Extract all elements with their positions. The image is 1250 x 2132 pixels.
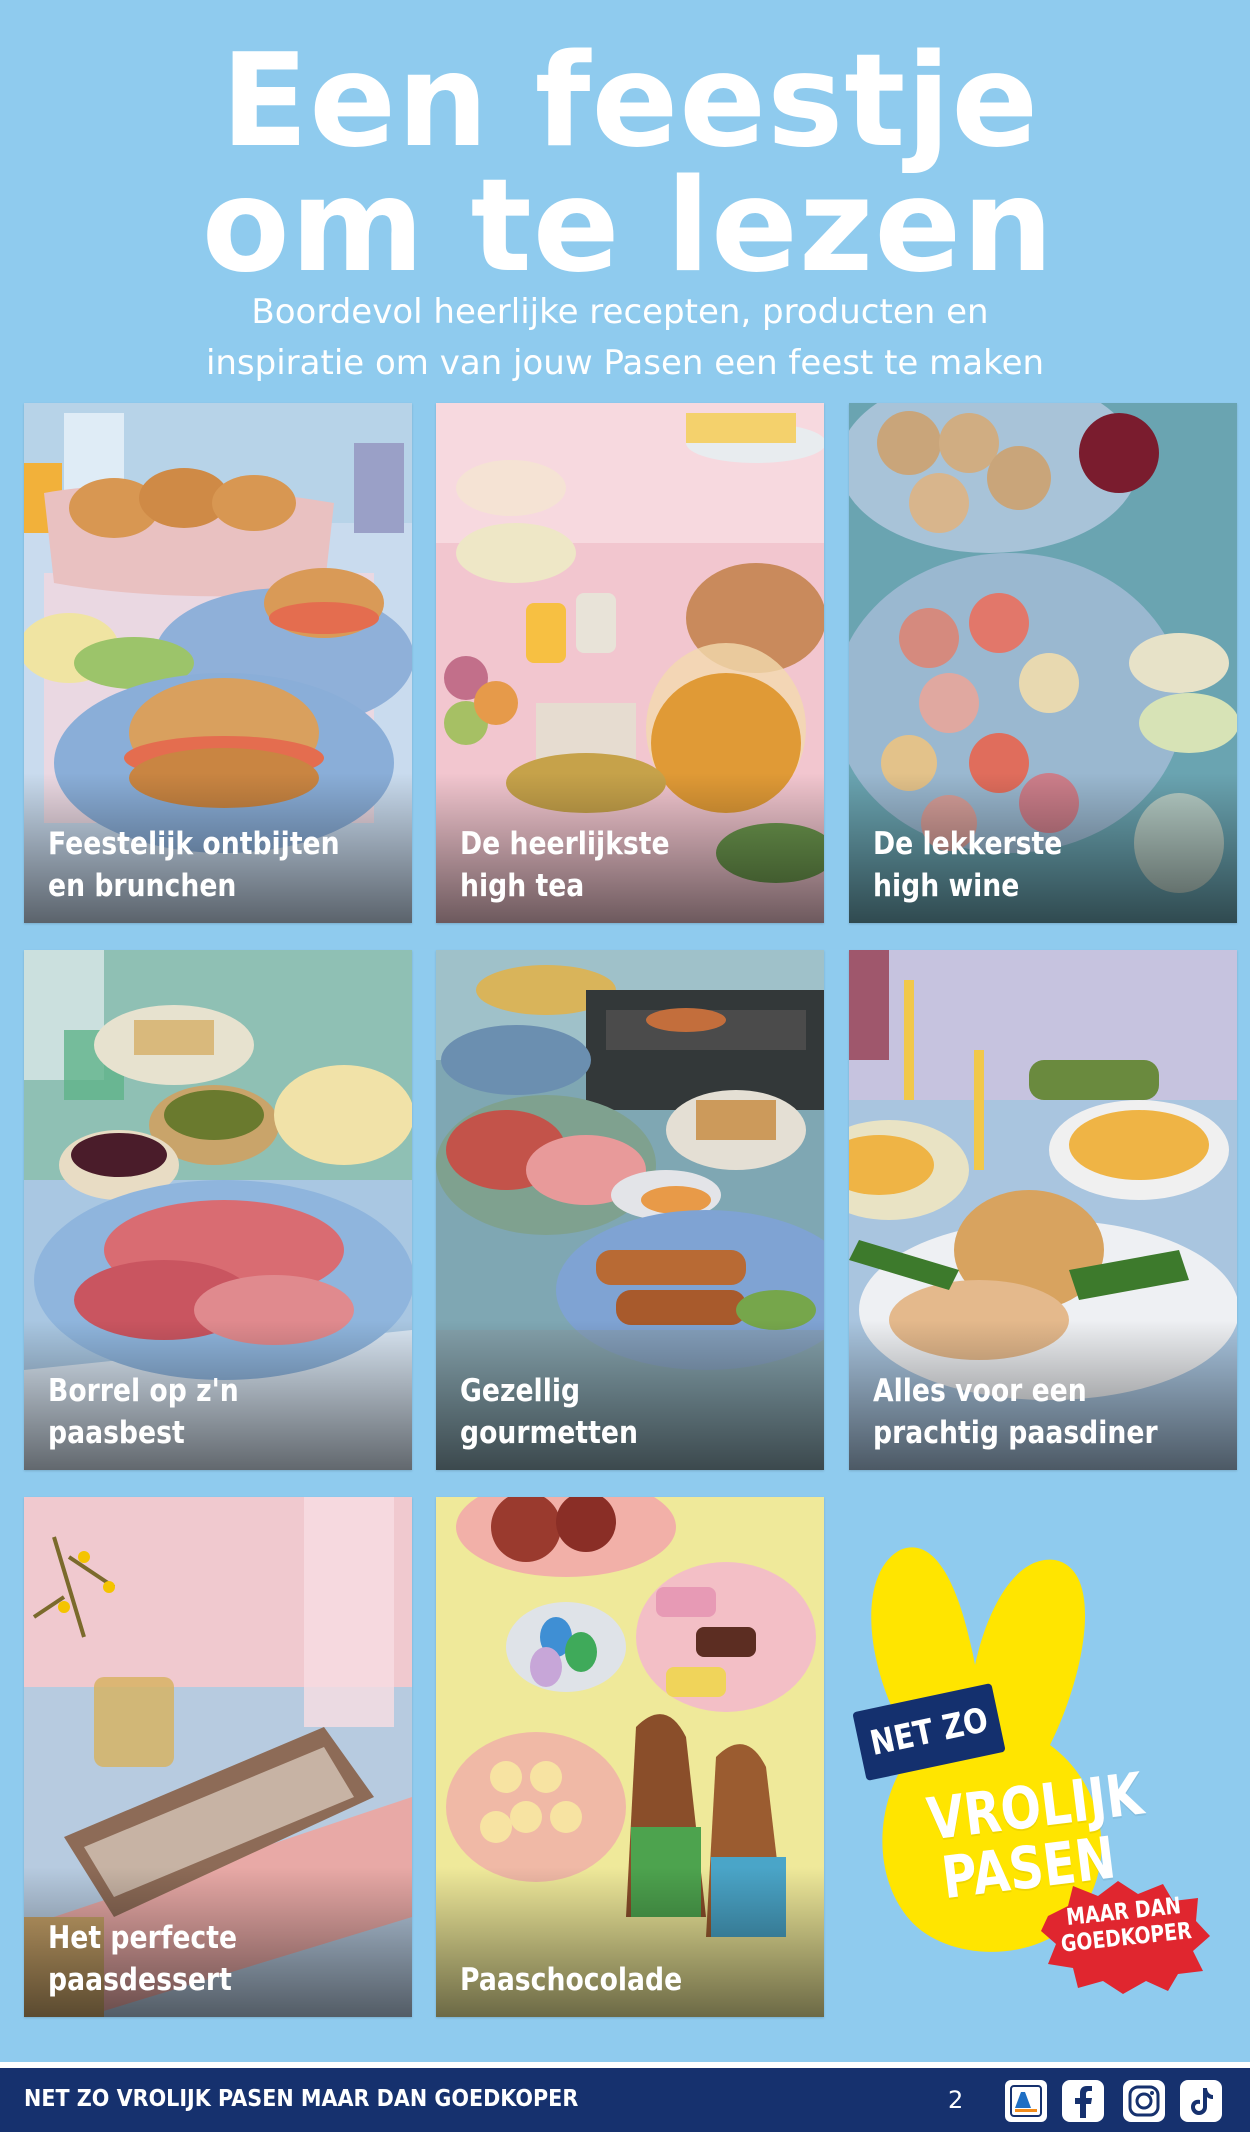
tile-label-line-1: Alles voor een (873, 1373, 1087, 1409)
tile-label-line-1: Feestelijk ontbijten (48, 826, 340, 862)
tiktok-icon[interactable] (1178, 2078, 1224, 2124)
tile-borrel[interactable]: Borrel op z'n paasbest (24, 950, 412, 1470)
tile-label: Gezellig gourmetten (460, 1370, 761, 1454)
tile-paasdiner[interactable]: Alles voor een prachtig paasdiner (849, 950, 1237, 1470)
leaflet-page: Een feestje om te lezen Boordevol heerli… (0, 0, 1250, 2132)
tile-label: De heerlijkste high tea (460, 823, 761, 907)
tile-gourmetten[interactable]: Gezellig gourmetten (436, 950, 824, 1470)
tile-label: Feestelijk ontbijten en brunchen (48, 823, 349, 907)
tile-label-line-2: en brunchen (48, 868, 237, 904)
tile-label: Het perfecte paasdessert (48, 1917, 349, 2001)
tile-label-line-1: Paaschocolade (460, 1962, 683, 1998)
tile-label-line-2: high wine (873, 868, 1020, 904)
tile-high-wine[interactable]: De lekkerste high wine (849, 403, 1237, 923)
tile-label-line-1: De lekkerste (873, 826, 1063, 862)
subtitle-line-1: Boordevol heerlijke recepten, producten … (251, 292, 989, 332)
tile-label-line-2: paasdessert (48, 1962, 232, 1998)
tile-paasdessert[interactable]: Het perfecte paasdessert (24, 1497, 412, 2017)
facebook-icon[interactable] (1060, 2078, 1106, 2124)
tile-label-line-1: Borrel op z'n (48, 1373, 239, 1409)
tile-label: De lekkerste high wine (873, 823, 1174, 907)
tile-label-line-2: high tea (460, 868, 585, 904)
footer-bar: NET ZO VROLIJK PASEN MAAR DAN GOEDKOPER … (0, 2062, 1250, 2132)
tile-label-line-1: De heerlijkste (460, 826, 670, 862)
tile-label: Borrel op z'n paasbest (48, 1370, 349, 1454)
tile-label-line-2: gourmetten (460, 1415, 638, 1451)
tile-label-line-2: paasbest (48, 1415, 185, 1451)
tile-label: Alles voor een prachtig paasdiner (873, 1370, 1174, 1454)
page-number: 2 (948, 2086, 964, 2114)
aldi-logo-icon[interactable] (1003, 2078, 1049, 2124)
tile-breakfast-brunch[interactable]: Feestelijk ontbijten en brunchen (24, 403, 412, 923)
tile-paaschocolade[interactable]: Paaschocolade (436, 1497, 824, 2017)
subtitle-line-2: inspiratie om van jouw Pasen een feest t… (205, 343, 1045, 383)
tile-label-line-1: Het perfecte (48, 1920, 238, 1956)
tile-label-line-1: Gezellig (460, 1373, 581, 1409)
instagram-icon[interactable] (1121, 2078, 1167, 2124)
footer-slogan: NET ZO VROLIJK PASEN MAAR DAN GOEDKOPER (24, 2086, 579, 2112)
tile-label-line-2: prachtig paasdiner (873, 1415, 1158, 1451)
headline-line-1: Een feestje (220, 27, 1040, 176)
headline-line-2: om te lezen (201, 152, 1055, 301)
tile-high-tea[interactable]: De heerlijkste high tea (436, 403, 824, 923)
tile-label: Paaschocolade (460, 1959, 761, 2001)
